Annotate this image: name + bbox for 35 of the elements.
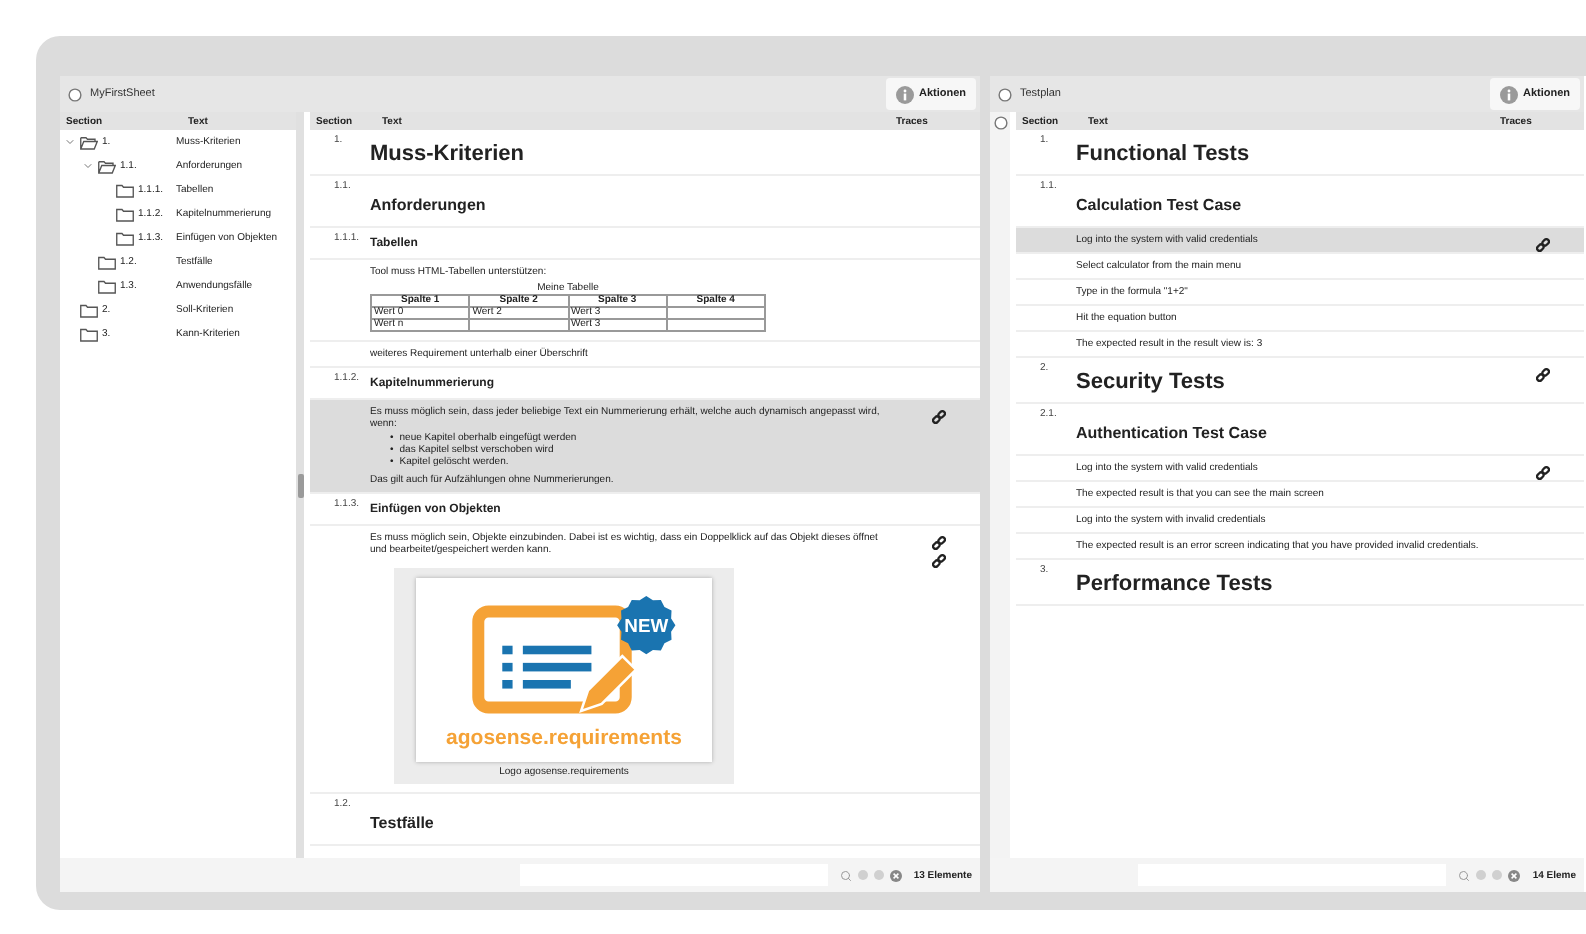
heading: Muss-Kriterien — [370, 140, 527, 170]
document-row[interactable] — [310, 400, 980, 494]
search-icon[interactable] — [1458, 869, 1471, 881]
heading: Functional Tests — [1076, 140, 1252, 170]
splitter-handle[interactable] — [297, 473, 303, 497]
circle-icon[interactable] — [1492, 870, 1503, 880]
link-icon[interactable] — [931, 536, 945, 550]
heading: Authentication Test Case — [1076, 422, 1269, 446]
heading: Anforderungen — [370, 194, 488, 218]
info-icon — [896, 85, 915, 103]
sheet-icon — [68, 87, 82, 101]
link-icon[interactable] — [1535, 238, 1549, 252]
link-icon[interactable] — [931, 554, 945, 568]
table-cell — [469, 319, 568, 331]
heading: Security Tests — [1076, 368, 1227, 398]
search-icon[interactable] — [839, 869, 852, 881]
heading: Calculation Test Case — [1076, 194, 1244, 218]
folder-icon — [98, 159, 116, 173]
folder-icon — [80, 135, 98, 149]
link-icon[interactable] — [1535, 466, 1549, 480]
heading: Performance Tests — [1076, 570, 1275, 600]
clear-icon[interactable] — [889, 869, 902, 881]
chevron-down-icon[interactable] — [64, 136, 76, 148]
circle-icon[interactable] — [857, 870, 868, 880]
link-icon[interactable] — [1535, 368, 1549, 382]
chevron-down-icon[interactable] — [82, 160, 94, 172]
info-icon — [1500, 85, 1519, 103]
link-icon[interactable] — [931, 410, 945, 424]
document-row[interactable] — [310, 526, 980, 794]
logo-wordmark: agosense.requirements — [446, 726, 682, 750]
sheet-icon — [998, 87, 1012, 101]
circle-icon[interactable] — [873, 870, 884, 880]
heading: Testfälle — [370, 812, 436, 836]
clear-icon[interactable] — [1508, 869, 1521, 881]
circle-icon[interactable] — [1476, 870, 1487, 880]
